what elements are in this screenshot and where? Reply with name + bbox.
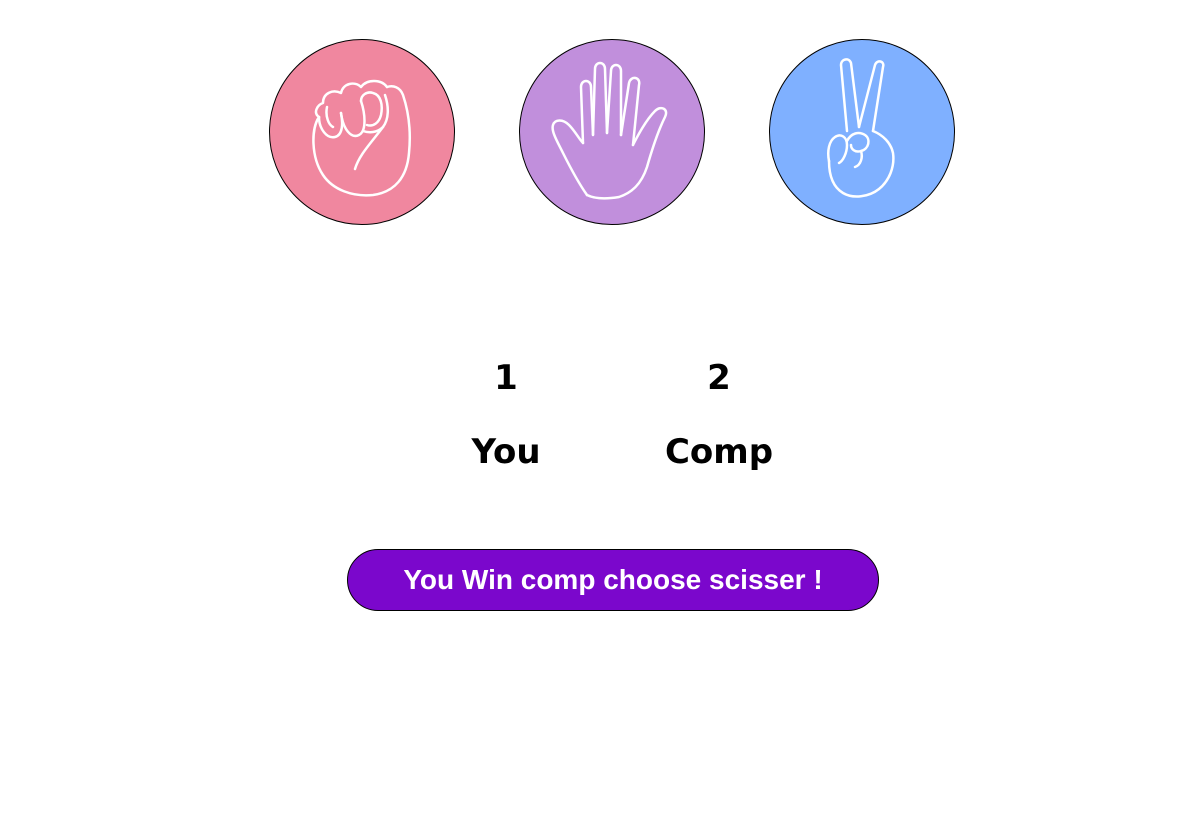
user-score-label: You xyxy=(471,432,541,472)
fist-icon xyxy=(312,79,411,197)
scissors-choice-button[interactable] xyxy=(769,39,955,225)
peace-sign-icon xyxy=(827,58,895,198)
open-hand-icon xyxy=(551,61,668,200)
rock-choice-button[interactable] xyxy=(269,39,455,225)
result-message: You Win comp choose scisser ! xyxy=(347,549,879,611)
comp-score-value: 2 xyxy=(707,358,731,398)
comp-score-panel: 2 Comp xyxy=(650,358,788,472)
game-page: 1 You 2 Comp You Win comp choose scisser… xyxy=(0,0,1194,835)
paper-choice-button[interactable] xyxy=(519,39,705,225)
user-score-panel: 1 You xyxy=(440,358,572,472)
comp-score-label: Comp xyxy=(664,432,774,472)
choices-row xyxy=(269,39,959,227)
user-score-value: 1 xyxy=(494,358,518,398)
